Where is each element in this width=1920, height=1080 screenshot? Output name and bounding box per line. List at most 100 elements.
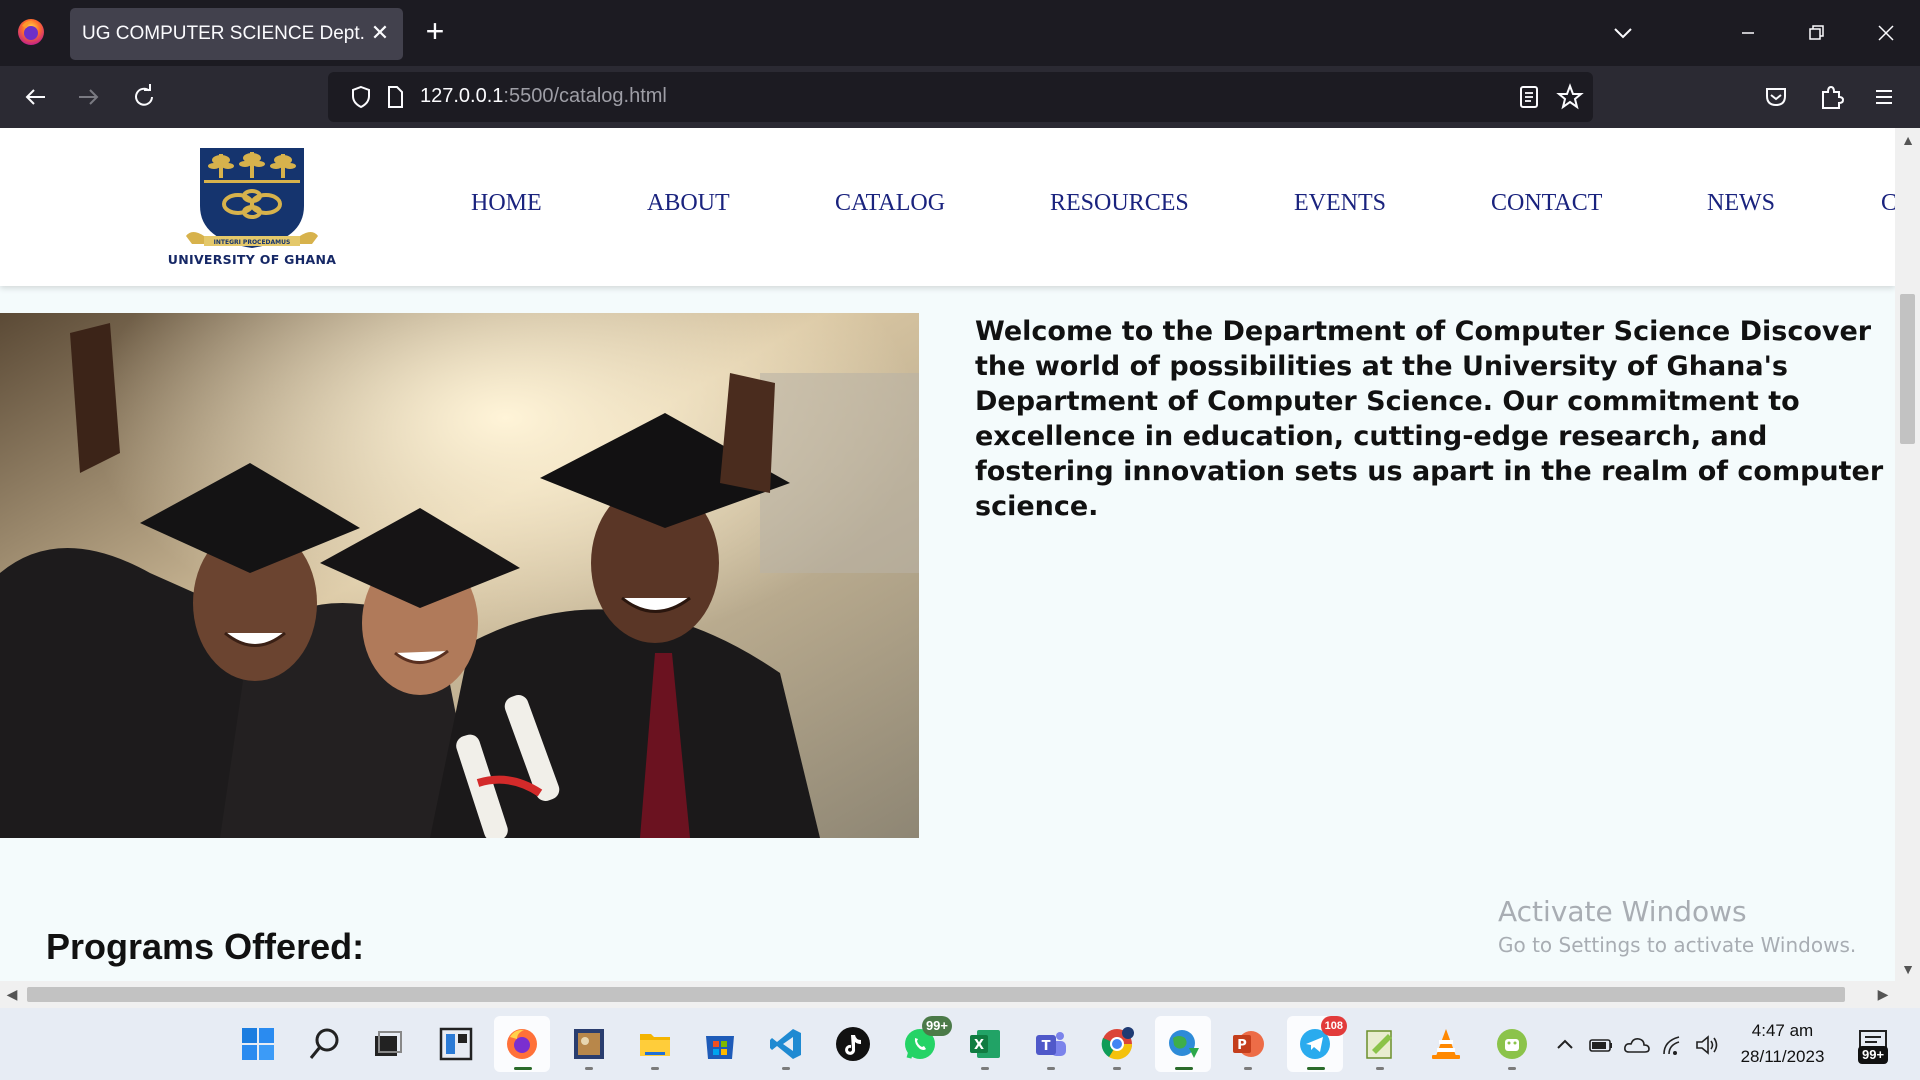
telegram-unread-badge: 108 [1320,1016,1347,1036]
reader-view-icon[interactable] [1516,84,1542,110]
close-window-icon[interactable] [1856,12,1916,54]
page-info-icon[interactable] [382,84,408,110]
taskbar-vscode[interactable] [758,1016,814,1072]
menu-hamburger-icon[interactable] [1867,80,1901,114]
taskbar-file-explorer[interactable] [627,1016,683,1072]
taskbar-firefox[interactable] [494,1016,550,1072]
new-tab-button[interactable]: + [420,15,450,47]
windows-taskbar: 99+ X T P 108 4:47 am 28/11/2023 99+ [0,1008,1920,1080]
restore-window-icon[interactable] [1786,12,1846,54]
extensions-puzzle-icon[interactable] [1814,80,1848,114]
running-indicator [1047,1067,1055,1070]
taskbar-android-app[interactable] [1484,1016,1540,1072]
active-indicator [514,1067,532,1070]
horizontal-scrollbar[interactable]: ◀ ▶ [0,981,1895,1008]
whatsapp-unread-badge: 99+ [921,1016,952,1036]
scroll-right-arrow-icon[interactable]: ▶ [1875,986,1891,1002]
powerpoint-icon: P [1233,1031,1264,1057]
svg-text:T: T [1042,1039,1051,1054]
vertical-scrollbar[interactable]: ▲ ▼ [1895,128,1920,981]
excel-icon: X [970,1030,1000,1058]
taskbar-teams[interactable]: T [1023,1016,1079,1072]
logo-motto: INTEGRI PROCEDAMUS [214,239,291,246]
list-all-tabs-icon[interactable] [1608,18,1638,48]
nav-link-contact[interactable]: CONTACT [1491,190,1602,217]
minimize-window-icon[interactable] [1718,12,1778,54]
nav-link-home[interactable]: HOME [471,190,542,217]
activate-windows-title: Activate Windows [1498,895,1747,928]
onedrive-cloud-icon[interactable] [1623,1032,1651,1058]
nav-link-events[interactable]: EVENTS [1294,190,1386,217]
taskbar-chrome[interactable] [1089,1016,1145,1072]
active-tab[interactable]: UG COMPUTER SCIENCE Dept. ✕ [70,8,403,60]
nav-link-news[interactable]: NEWS [1707,190,1775,217]
tiktok-icon [836,1027,870,1061]
running-indicator [1376,1067,1384,1070]
windows-start-icon [242,1028,274,1060]
bookmark-star-icon[interactable] [1556,83,1584,111]
taskbar-microsoft-store[interactable] [692,1016,748,1072]
taskbar-notepad-plus[interactable] [1352,1016,1408,1072]
site-header: INTEGRI PROCEDAMUS UNIVERSITY OF GHANA H… [0,128,1895,286]
scroll-up-arrow-icon[interactable]: ▲ [1900,132,1916,148]
taskbar-excel[interactable]: X [957,1016,1013,1072]
close-tab-icon[interactable]: ✕ [369,22,391,44]
search-icon [309,1028,339,1059]
task-view-icon [375,1031,402,1056]
forward-arrow-icon[interactable] [72,80,106,114]
scroll-left-arrow-icon[interactable]: ◀ [4,986,20,1002]
taskbar-tiktok[interactable] [825,1016,881,1072]
firefox-icon [507,1029,537,1059]
activate-windows-subtitle: Go to Settings to activate Windows. [1498,933,1857,957]
nav-link-about[interactable]: ABOUT [647,190,730,217]
running-indicator [1307,1067,1325,1070]
vertical-scroll-thumb[interactable] [1900,294,1915,444]
chrome-icon [1101,1027,1134,1060]
firefox-logo-icon[interactable] [16,17,46,47]
running-indicator [981,1067,989,1070]
address-bar[interactable]: 127.0.0.1:5500/catalog.html [328,72,1593,122]
widgets-icon [439,1027,473,1061]
start-button[interactable] [230,1016,286,1072]
horizontal-scroll-thumb[interactable] [27,987,1845,1002]
clock-time: 4:47 am [1751,1021,1814,1040]
active-indicator [1175,1067,1193,1070]
scrollbar-corner [1895,981,1920,1008]
clock-date: 28/11/2023 [1740,1047,1825,1066]
reload-icon[interactable] [127,80,161,114]
system-clock[interactable]: 4:47 am 28/11/2023 [1725,1018,1840,1070]
tab-title: UG COMPUTER SCIENCE Dept. [82,23,365,44]
wifi-icon[interactable] [1661,1032,1687,1058]
taskbar-vlc[interactable] [1418,1016,1474,1072]
globe-download-icon [1169,1030,1199,1058]
nav-link-catalog[interactable]: CATALOG [835,190,945,217]
battery-icon[interactable] [1588,1032,1614,1058]
notepad-plus-plus-icon [1366,1030,1392,1059]
url-text[interactable]: 127.0.0.1:5500/catalog.html [420,85,667,108]
running-indicator [651,1067,659,1070]
pocket-icon[interactable] [1759,80,1793,114]
widgets-button[interactable] [428,1016,484,1072]
show-hidden-icons-chevron-icon[interactable] [1553,1032,1577,1058]
teams-icon: T [1036,1032,1066,1056]
nav-link-resources[interactable]: RESOURCES [1050,190,1189,217]
taskbar-internet-download-manager[interactable] [1155,1016,1211,1072]
welcome-paragraph: Welcome to the Department of Computer Sc… [975,316,1884,522]
running-indicator [1113,1067,1121,1070]
photos-app-icon [574,1029,604,1059]
search-button[interactable] [297,1016,353,1072]
logo-text: UNIVERSITY OF GHANA [167,252,337,267]
tracking-protection-shield-icon[interactable] [348,84,374,110]
browser-navigation-bar: 127.0.0.1:5500/catalog.html [0,66,1920,128]
nav-link-cut-off[interactable]: C [1881,190,1895,217]
task-view-button[interactable] [359,1016,415,1072]
vlc-cone-icon [1432,1029,1460,1059]
taskbar-powerpoint[interactable]: P [1220,1016,1276,1072]
back-arrow-icon[interactable] [18,80,52,114]
taskbar-telegram[interactable]: 108 [1287,1016,1347,1072]
volume-speaker-icon[interactable] [1694,1032,1720,1058]
scroll-down-arrow-icon[interactable]: ▼ [1900,961,1916,977]
taskbar-whatsapp[interactable]: 99+ [892,1016,952,1072]
graduates-hero-image [0,313,919,838]
taskbar-photos[interactable] [561,1016,617,1072]
